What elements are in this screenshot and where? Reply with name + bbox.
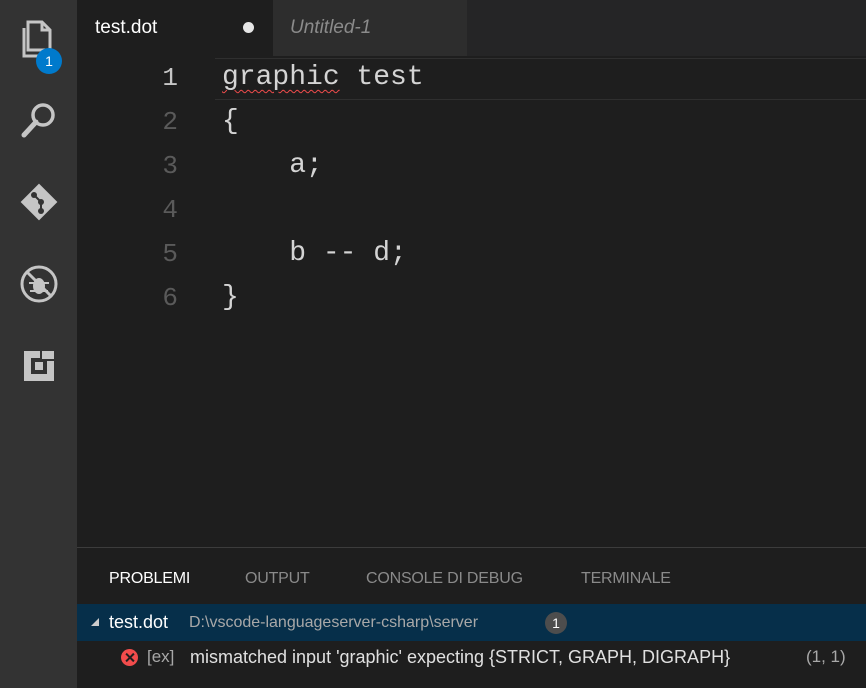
vscode-window: 1 test.dot Untitled-1 1 graphic test 2 {… (0, 0, 866, 688)
code-text-rest: test (339, 62, 424, 93)
code-line: 4 (77, 188, 866, 232)
tab-debug-console[interactable]: CONSOLE DI DEBUG (366, 548, 523, 604)
code-line: 3 a; (77, 144, 866, 188)
extensions-icon (23, 349, 56, 381)
code-line: 5 b -- d; (77, 232, 866, 276)
line-number: 6 (162, 283, 178, 313)
activity-search[interactable] (0, 90, 77, 150)
code-text: a; (222, 150, 323, 181)
code-text: } (222, 282, 239, 313)
error-squiggle[interactable]: graphic (222, 62, 340, 93)
line-number: 4 (162, 195, 178, 225)
expand-triangle-icon[interactable] (91, 618, 99, 626)
git-icon (20, 183, 57, 221)
unsaved-dot-icon[interactable] (243, 22, 254, 33)
debug-icon (20, 265, 57, 303)
code-editor[interactable]: 1 graphic test 2 { 3 a; 4 5 b -- d; 6 } (77, 56, 866, 547)
problem-location: (1, 1) (806, 647, 846, 666)
search-icon (21, 103, 55, 138)
code-text: b -- d; (222, 238, 407, 269)
code-text: { (222, 106, 239, 137)
problem-source: [ex] (147, 647, 175, 666)
explorer-badge: 1 (36, 48, 62, 74)
line-number: 2 (162, 107, 178, 137)
problem-file-path: D:\vscode-languageserver-csharp\server (189, 614, 479, 631)
problem-file-row[interactable]: test.dot D:\vscode-languageserver-csharp… (77, 604, 866, 641)
line-number: 5 (162, 239, 178, 269)
tab-terminal[interactable]: TERMINALE (581, 548, 671, 604)
code-line: 1 graphic test (77, 56, 866, 100)
problem-count-badge: 1 (545, 612, 567, 634)
tab-problems[interactable]: PROBLEMI (109, 548, 190, 604)
activity-debug[interactable] (0, 254, 77, 314)
code-line: 2 { (77, 100, 866, 144)
bottom-panel: PROBLEMI OUTPUT CONSOLE DI DEBUG TERMINA… (77, 547, 866, 688)
code-text: graphic test (222, 56, 424, 100)
problem-item[interactable]: [ex] mismatched input 'graphic' expectin… (77, 641, 866, 677)
line-number: 3 (162, 151, 178, 181)
tab-label: Untitled-1 (290, 17, 372, 38)
error-icon (121, 649, 138, 666)
tab-label: test.dot (95, 17, 158, 38)
activity-explorer[interactable]: 1 (0, 8, 77, 74)
tab-untitled-1[interactable]: Untitled-1 (273, 0, 467, 56)
tab-output[interactable]: OUTPUT (245, 548, 310, 604)
line-number: 1 (162, 63, 178, 93)
problem-file-name: test.dot (109, 612, 169, 632)
tab-test-dot[interactable]: test.dot (77, 0, 273, 56)
problem-message: mismatched input 'graphic' expecting {ST… (190, 647, 731, 667)
code-line: 6 } (77, 276, 866, 320)
activity-git[interactable] (0, 172, 77, 232)
activity-extensions[interactable] (0, 336, 77, 396)
editor-tab-bar: test.dot Untitled-1 (77, 0, 866, 56)
activity-bar: 1 (0, 0, 77, 688)
